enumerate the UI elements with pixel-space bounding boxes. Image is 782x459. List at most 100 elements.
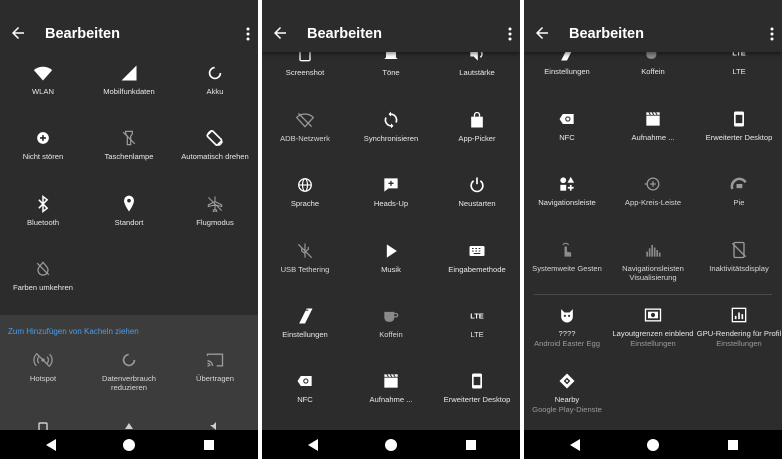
usb-off-icon xyxy=(295,241,315,261)
tile-label: Bluetooth xyxy=(26,218,60,227)
tile-label: Eingabemethode xyxy=(448,265,506,274)
ambient-display-off-icon xyxy=(729,240,749,260)
tile-label: Einstellungen xyxy=(544,67,590,76)
tile-label: Farben umkehren xyxy=(13,283,73,292)
keyboard-icon xyxy=(467,241,487,261)
tile-label: Mobilfunkdaten xyxy=(103,87,155,96)
invert-colors-icon xyxy=(33,259,53,279)
data-saver-icon xyxy=(119,350,139,370)
tile-label: Navigationsleiste xyxy=(538,198,596,207)
tile-label: Einstellungen xyxy=(282,330,328,339)
tile-label: LTE xyxy=(470,330,484,339)
screen-3: Bearbeiten Einstellungen Koffein LTE LTE… xyxy=(524,0,782,459)
navigation-bar xyxy=(524,430,782,459)
partial-tile-icon xyxy=(210,422,216,430)
globe-icon xyxy=(295,175,315,195)
tile-label: Layoutgrenzen einblend xyxy=(612,329,694,338)
tile-label: ADB-Netzwerk xyxy=(280,134,330,143)
tile-label: Pie xyxy=(733,198,745,207)
nfc-tag-icon xyxy=(557,109,577,129)
settings-shortcut-icon xyxy=(295,306,315,326)
tile-label-line2: Visualisierung xyxy=(629,273,677,282)
tile-app-name: Google Play-Dienste xyxy=(532,405,602,414)
tile-label: Koffein xyxy=(641,67,665,76)
tile-label: Screenshot xyxy=(285,68,325,77)
tile-label: Heads-Up xyxy=(373,199,409,208)
tile-label: Aufnahme ... xyxy=(369,395,413,404)
battery-saver-icon xyxy=(205,63,225,83)
screen-2: Bearbeiten Screenshot Töne Lautstärke AD… xyxy=(262,0,520,459)
back-nav-icon[interactable] xyxy=(306,438,320,452)
back-nav-icon[interactable] xyxy=(568,438,582,452)
tile-label-line2: reduzieren xyxy=(111,383,147,392)
navigation-bar xyxy=(0,430,258,459)
bluetooth-icon xyxy=(33,194,53,214)
tile-label: USB Tethering xyxy=(280,265,330,274)
cast-icon xyxy=(205,350,225,370)
expanded-desktop-icon xyxy=(467,371,487,391)
flashlight-off-icon xyxy=(119,128,139,148)
layout-bounds-icon xyxy=(643,305,663,325)
cat-face-icon xyxy=(557,305,577,325)
page-title: Bearbeiten xyxy=(569,26,644,42)
navigation-bar xyxy=(262,430,520,459)
tile-label: Erweiterter Desktop xyxy=(443,395,511,404)
hotspot-off-icon xyxy=(33,350,53,370)
recents-nav-icon[interactable] xyxy=(726,438,740,452)
tile-label: Taschenlampe xyxy=(104,152,154,161)
more-options-icon[interactable] xyxy=(770,27,774,41)
recents-nav-icon[interactable] xyxy=(202,438,216,452)
tile-label: Synchronisieren xyxy=(363,134,419,143)
app-bar: Bearbeiten xyxy=(524,0,782,52)
app-circle-bar-icon xyxy=(643,174,663,194)
tile-label: Übertragen xyxy=(196,374,234,383)
drag-hint: Zum Hinzufügen von Kacheln ziehen xyxy=(8,327,139,336)
app-bar: Bearbeiten xyxy=(0,0,258,52)
tile-label: LTE xyxy=(732,67,746,76)
visualizer-bars-icon xyxy=(643,240,663,260)
clapperboard-icon xyxy=(381,371,401,391)
screen-rotation-icon xyxy=(205,128,225,148)
pie-control-icon xyxy=(729,174,749,194)
home-nav-icon[interactable] xyxy=(384,438,398,452)
tile-label: GPU-Rendering für Profil xyxy=(696,329,782,338)
back-nav-icon[interactable] xyxy=(44,438,58,452)
play-icon xyxy=(381,241,401,261)
home-nav-icon[interactable] xyxy=(646,438,660,452)
more-options-icon[interactable] xyxy=(246,27,250,41)
back-arrow-icon[interactable] xyxy=(9,24,27,42)
coffee-cup-icon xyxy=(381,306,401,326)
tile-label: Neustarten xyxy=(458,199,496,208)
screen-1: Bearbeiten WLAN Mobilfunkdaten Akku Nich… xyxy=(0,0,258,459)
tile-label: App-Picker xyxy=(458,134,496,143)
tile-label: App-Kreis-Leiste xyxy=(624,198,682,207)
tile-label: Erweiterter Desktop xyxy=(705,133,773,142)
gpu-profile-icon xyxy=(729,305,749,325)
back-arrow-icon[interactable] xyxy=(271,24,289,42)
recents-nav-icon[interactable] xyxy=(464,438,478,452)
tile-label: Standort xyxy=(114,218,144,227)
power-icon xyxy=(467,175,487,195)
nfc-tag-icon xyxy=(295,371,315,391)
tile-label: Hotspot xyxy=(29,374,57,383)
location-pin-icon xyxy=(119,194,139,214)
back-arrow-icon[interactable] xyxy=(533,24,551,42)
tile-app-name: Android Easter Egg xyxy=(534,339,600,348)
lte-icon: LTE xyxy=(467,306,487,326)
airplane-off-icon xyxy=(205,194,225,214)
heads-up-icon xyxy=(381,175,401,195)
tile-label: Lautstärke xyxy=(459,68,495,77)
tile-label: Flugmodus xyxy=(196,218,234,227)
app-bar: Bearbeiten xyxy=(262,0,520,52)
tile-app-name: Einstellungen xyxy=(630,339,676,348)
more-options-icon[interactable] xyxy=(508,27,512,41)
tile-label: Koffein xyxy=(379,330,403,339)
expanded-desktop-icon xyxy=(729,109,749,129)
home-nav-icon[interactable] xyxy=(122,438,136,452)
tile-app-name: Einstellungen xyxy=(716,339,762,348)
tile-label: Nearby xyxy=(554,395,580,404)
page-title: Bearbeiten xyxy=(307,26,382,42)
tile-label: Inaktivitätsdisplay xyxy=(709,264,769,273)
partial-tile-icon xyxy=(38,422,48,430)
app-picker-icon xyxy=(467,110,487,130)
